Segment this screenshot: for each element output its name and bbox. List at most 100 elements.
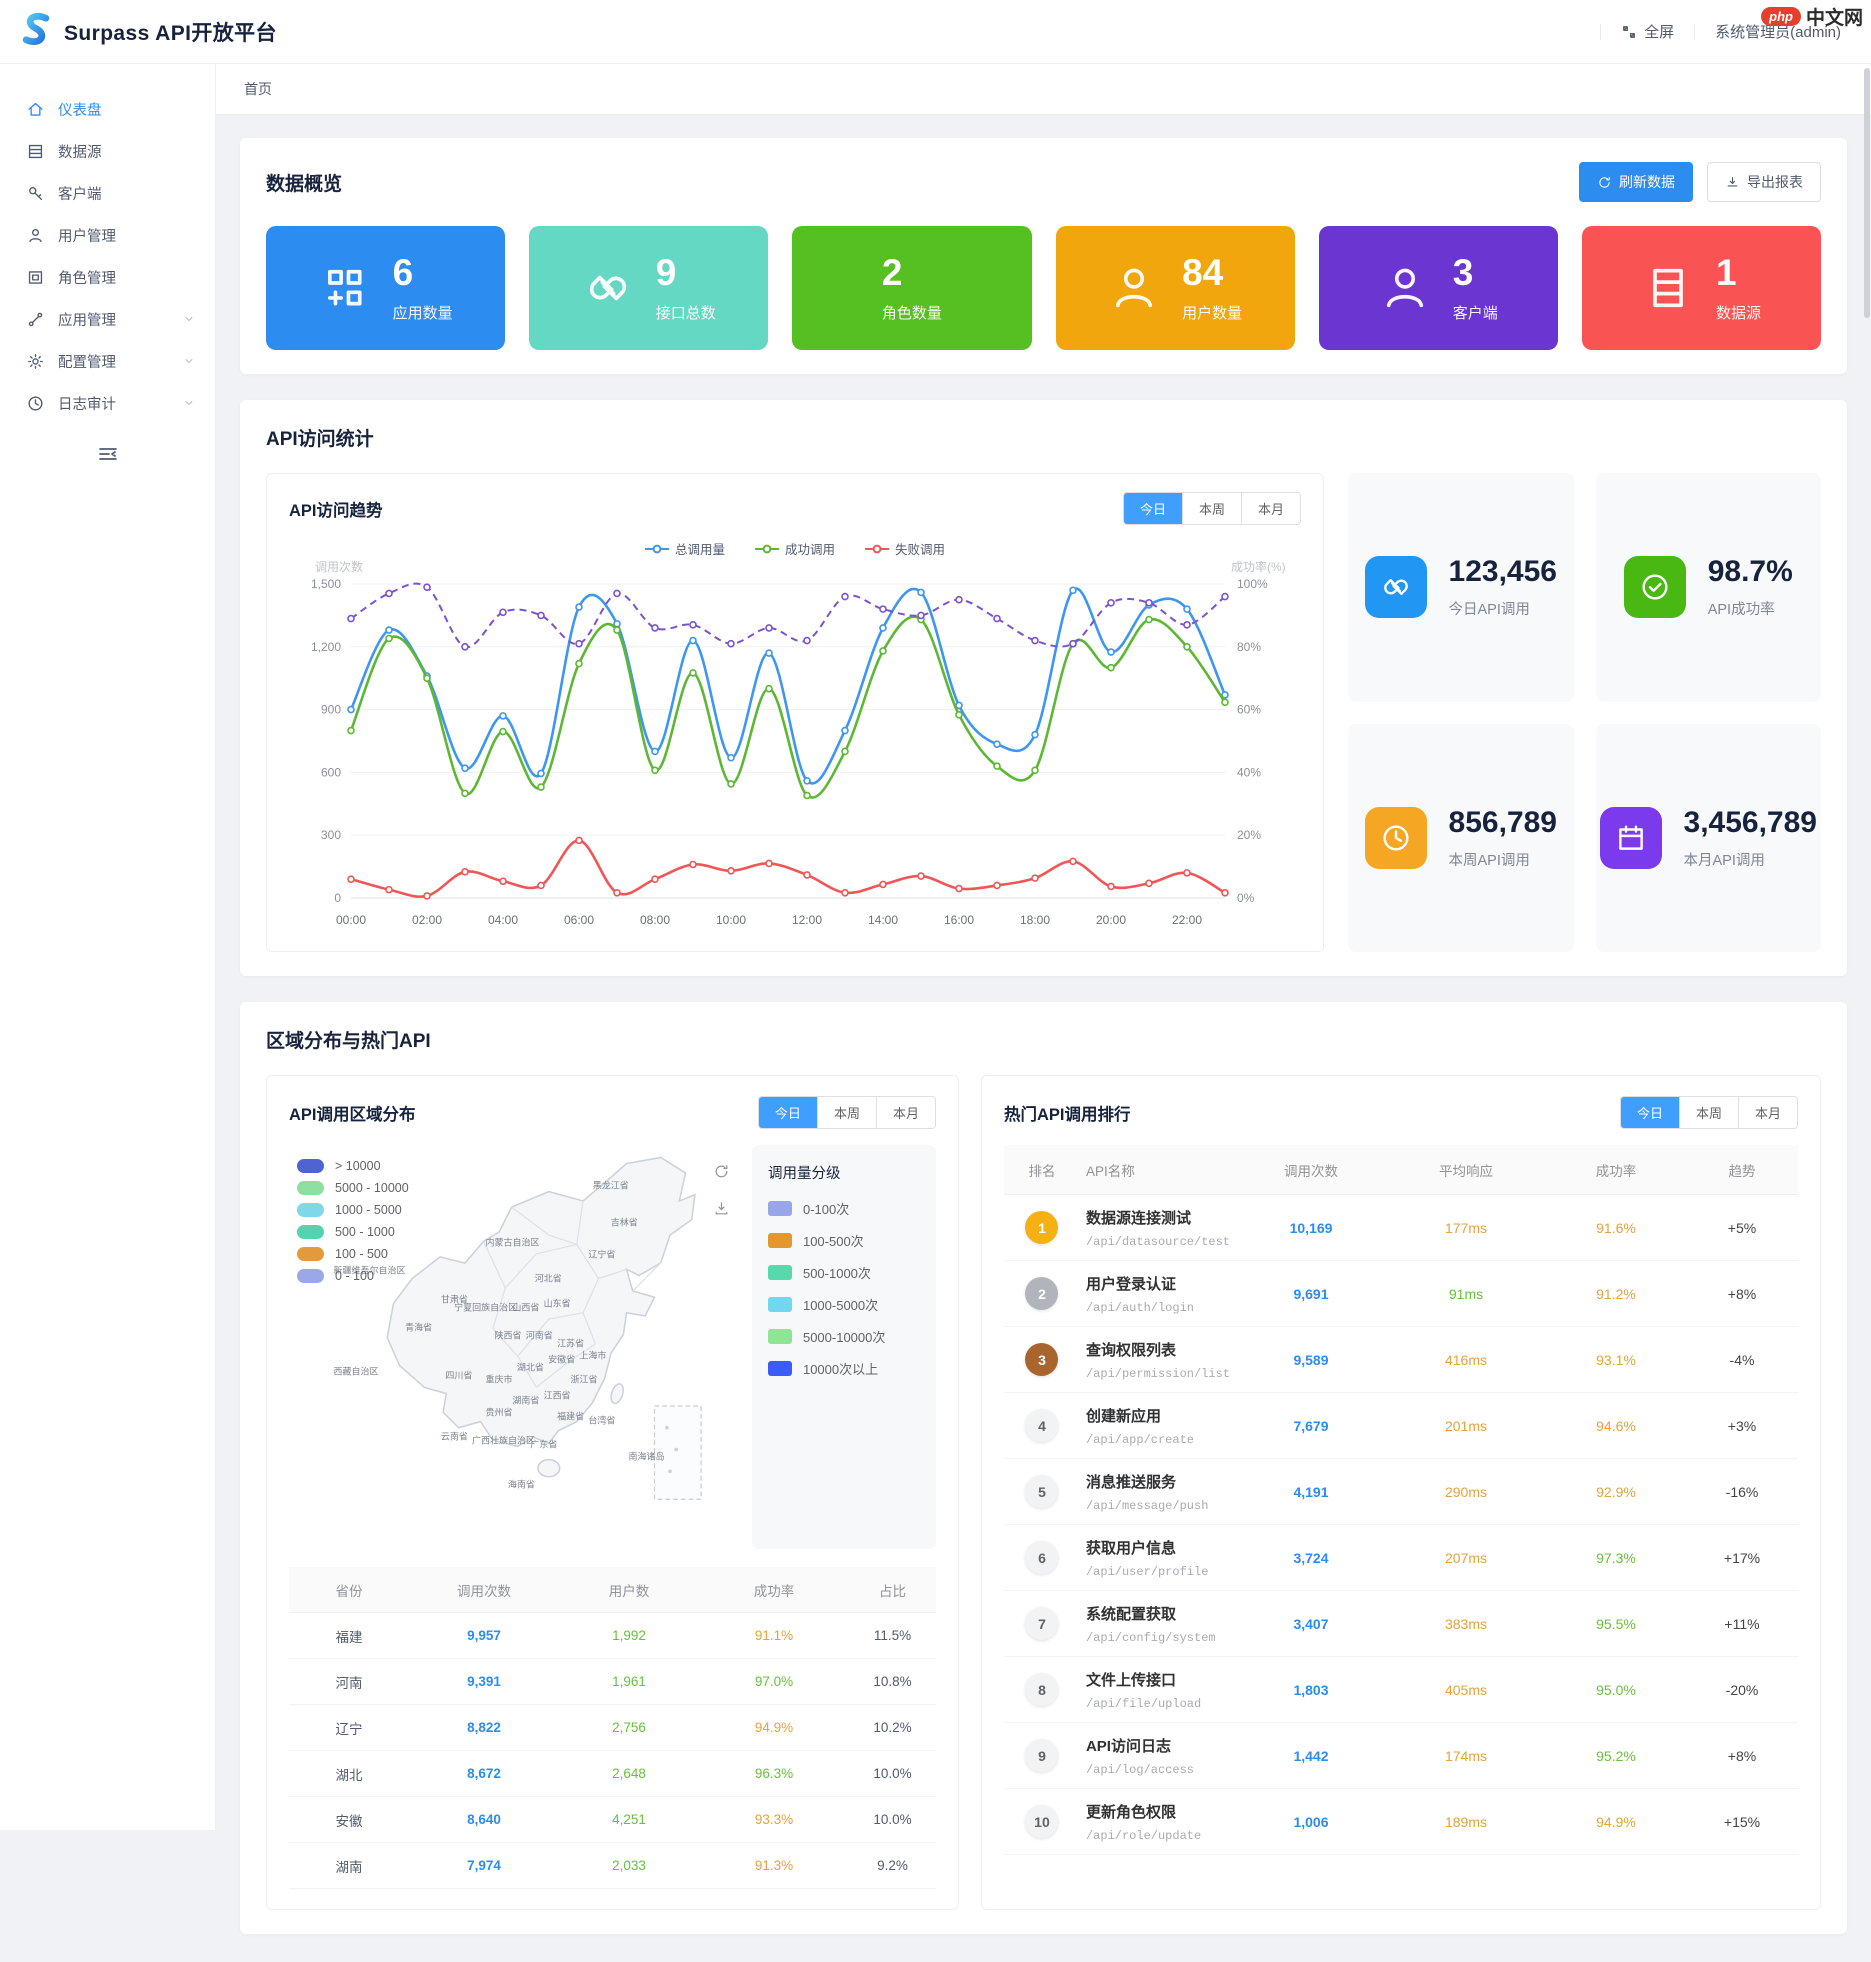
rank-tab-本月[interactable]: 本月 bbox=[1738, 1097, 1797, 1128]
api-path: /api/file/upload bbox=[1086, 1697, 1230, 1711]
calls-link[interactable]: 9,589 bbox=[1236, 1352, 1386, 1368]
sidebar-item-仪表盘[interactable]: 仪表盘 bbox=[0, 88, 215, 130]
avg-response: 383ms bbox=[1386, 1616, 1546, 1632]
sidebar-item-数据源[interactable]: 数据源 bbox=[0, 130, 215, 172]
chart-legend: 总调用量 成功调用 失败调用 bbox=[289, 539, 1301, 558]
map-tab-今日[interactable]: 今日 bbox=[759, 1097, 817, 1128]
page-scrollbar[interactable] bbox=[1864, 68, 1870, 318]
calls-link[interactable]: 8,640 bbox=[409, 1812, 559, 1827]
trend-tab-本周[interactable]: 本周 bbox=[1182, 493, 1241, 524]
map-label-湖北省: 湖北省 bbox=[517, 1361, 544, 1374]
legend-item-失败调用[interactable]: 失败调用 bbox=[865, 539, 945, 558]
app-logo[interactable]: Surpass API开放平台 bbox=[18, 11, 277, 52]
map-save-image-icon[interactable] bbox=[713, 1200, 730, 1217]
legend-item-成功调用[interactable]: 成功调用 bbox=[755, 539, 835, 558]
trend: +8% bbox=[1686, 1748, 1798, 1764]
gear-icon bbox=[26, 352, 45, 371]
home-icon bbox=[26, 100, 45, 119]
legend-label: 1000 - 5000 bbox=[335, 1203, 402, 1217]
breadcrumb-home[interactable]: 首页 bbox=[244, 79, 272, 99]
user-count: 2,756 bbox=[559, 1720, 699, 1735]
calls-link[interactable]: 3,724 bbox=[1236, 1550, 1386, 1566]
legend-marker-icon bbox=[865, 544, 889, 554]
calls-link[interactable]: 1,803 bbox=[1236, 1682, 1386, 1698]
calls-link[interactable]: 10,169 bbox=[1236, 1220, 1386, 1236]
svg-text:60%: 60% bbox=[1237, 703, 1261, 717]
api-rank-table: 排名API名称调用次数平均响应成功率趋势1数据源连接测试/api/datasou… bbox=[1004, 1145, 1798, 1855]
chevron-down-icon bbox=[183, 313, 195, 325]
refresh-data-button[interactable]: 刷新数据 bbox=[1579, 162, 1693, 202]
sidebar-item-用户管理[interactable]: 用户管理 bbox=[0, 214, 215, 256]
api-path: /api/app/create bbox=[1086, 1433, 1230, 1447]
api-name: 获取用户信息 bbox=[1086, 1537, 1230, 1558]
calls-link[interactable]: 9,957 bbox=[409, 1628, 559, 1643]
trend-tab-今日[interactable]: 今日 bbox=[1124, 493, 1182, 524]
legend-swatch bbox=[297, 1225, 324, 1239]
person-icon bbox=[1108, 262, 1160, 314]
calls-link[interactable]: 8,822 bbox=[409, 1720, 559, 1735]
svg-text:40%: 40% bbox=[1237, 765, 1261, 779]
map-refresh-icon[interactable] bbox=[713, 1163, 730, 1180]
trend-tab-本月[interactable]: 本月 bbox=[1241, 493, 1300, 524]
legend-item-总调用量[interactable]: 总调用量 bbox=[645, 539, 725, 558]
column-header: 平均响应 bbox=[1386, 1160, 1546, 1180]
map-tab-本周[interactable]: 本周 bbox=[817, 1097, 876, 1128]
legend-marker-icon bbox=[645, 544, 669, 554]
map-tab-本月[interactable]: 本月 bbox=[876, 1097, 935, 1128]
stat-card-接口总数[interactable]: 9接口总数 bbox=[529, 226, 768, 350]
stat-value: 3 bbox=[1453, 254, 1474, 291]
success-rate: 95.5% bbox=[1546, 1616, 1686, 1632]
china-map[interactable]: > 100005000 - 100001000 - 5000500 - 1000… bbox=[289, 1145, 736, 1549]
stat-card-用户数量[interactable]: 84用户数量 bbox=[1056, 226, 1295, 350]
share: 10.0% bbox=[849, 1812, 936, 1827]
calls-link[interactable]: 1,442 bbox=[1236, 1748, 1386, 1764]
clock-icon bbox=[26, 394, 45, 413]
map-card: API调用区域分布 今日本周本月 > 100005000 - 100001000… bbox=[266, 1075, 959, 1910]
rank-tab-本周[interactable]: 本周 bbox=[1679, 1097, 1738, 1128]
api-rank-row: 9API访问日志/api/log/access1,442174ms95.2%+8… bbox=[1004, 1723, 1798, 1789]
rank-tab-今日[interactable]: 今日 bbox=[1621, 1097, 1679, 1128]
sidebar-item-角色管理[interactable]: 角色管理 bbox=[0, 256, 215, 298]
user-icon bbox=[26, 226, 45, 245]
calls-link[interactable]: 9,391 bbox=[409, 1674, 559, 1689]
api-rank-row: 2用户登录认证/api/auth/login9,69191ms91.2%+8% bbox=[1004, 1261, 1798, 1327]
calls-link[interactable]: 3,407 bbox=[1236, 1616, 1386, 1632]
fullscreen-button[interactable]: 全屏 bbox=[1621, 21, 1674, 42]
calls-link[interactable]: 7,679 bbox=[1236, 1418, 1386, 1434]
success-rate: 95.2% bbox=[1546, 1748, 1686, 1764]
calls-link[interactable]: 1,006 bbox=[1236, 1814, 1386, 1830]
api-path: /api/user/profile bbox=[1086, 1565, 1230, 1579]
trend: -20% bbox=[1686, 1682, 1798, 1698]
map-legend-item: 500 - 1000 bbox=[297, 1225, 409, 1239]
sidebar-item-label: 仪表盘 bbox=[58, 99, 102, 120]
province-table: 省份调用次数用户数成功率占比福建9,9571,99291.1%11.5%河南9,… bbox=[289, 1567, 936, 1889]
calls-link[interactable]: 8,672 bbox=[409, 1766, 559, 1781]
map-label-陕西省: 陕西省 bbox=[494, 1328, 521, 1341]
export-report-button[interactable]: 导出报表 bbox=[1707, 162, 1821, 202]
stat-card-应用数量[interactable]: 6应用数量 bbox=[266, 226, 505, 350]
svg-text:08:00: 08:00 bbox=[640, 913, 670, 927]
calls-link[interactable]: 7,974 bbox=[409, 1858, 559, 1873]
rank-table-header: 排名API名称调用次数平均响应成功率趋势 bbox=[1004, 1145, 1798, 1195]
api-rank-row: 3查询权限列表/api/permission/list9,589416ms93.… bbox=[1004, 1327, 1798, 1393]
sidebar-item-应用管理[interactable]: 应用管理 bbox=[0, 298, 215, 340]
stat-card-角色数量[interactable]: 2角色数量 bbox=[792, 226, 1031, 350]
legend-label: 100 - 500 bbox=[335, 1247, 388, 1261]
rank-card: 热门API调用排行 今日本周本月 排名API名称调用次数平均响应成功率趋势1数据… bbox=[981, 1075, 1821, 1910]
sidebar-item-客户端[interactable]: 客户端 bbox=[0, 172, 215, 214]
svg-text:12:00: 12:00 bbox=[792, 913, 822, 927]
sidebar-collapse-icon[interactable] bbox=[96, 442, 120, 466]
calls-link[interactable]: 4,191 bbox=[1236, 1484, 1386, 1500]
trend: +3% bbox=[1686, 1418, 1798, 1434]
calls-link[interactable]: 9,691 bbox=[1236, 1286, 1386, 1302]
stat-card-数据源[interactable]: 1数据源 bbox=[1582, 226, 1821, 350]
sidebar-item-配置管理[interactable]: 配置管理 bbox=[0, 340, 215, 382]
success-rate: 91.6% bbox=[1546, 1220, 1686, 1236]
mini-stat-API成功率: 98.7%API成功率 bbox=[1596, 473, 1822, 702]
stat-card-客户端[interactable]: 3客户端 bbox=[1319, 226, 1558, 350]
sidebar-item-日志审计[interactable]: 日志审计 bbox=[0, 382, 215, 424]
datasource-icon bbox=[26, 142, 45, 161]
share: 10.0% bbox=[849, 1766, 936, 1781]
overview-card: 数据概览 刷新数据 导出报表 6应用数量9接口总数2角色数量84用户数量3客户端… bbox=[240, 138, 1847, 374]
download-icon bbox=[1725, 175, 1740, 190]
